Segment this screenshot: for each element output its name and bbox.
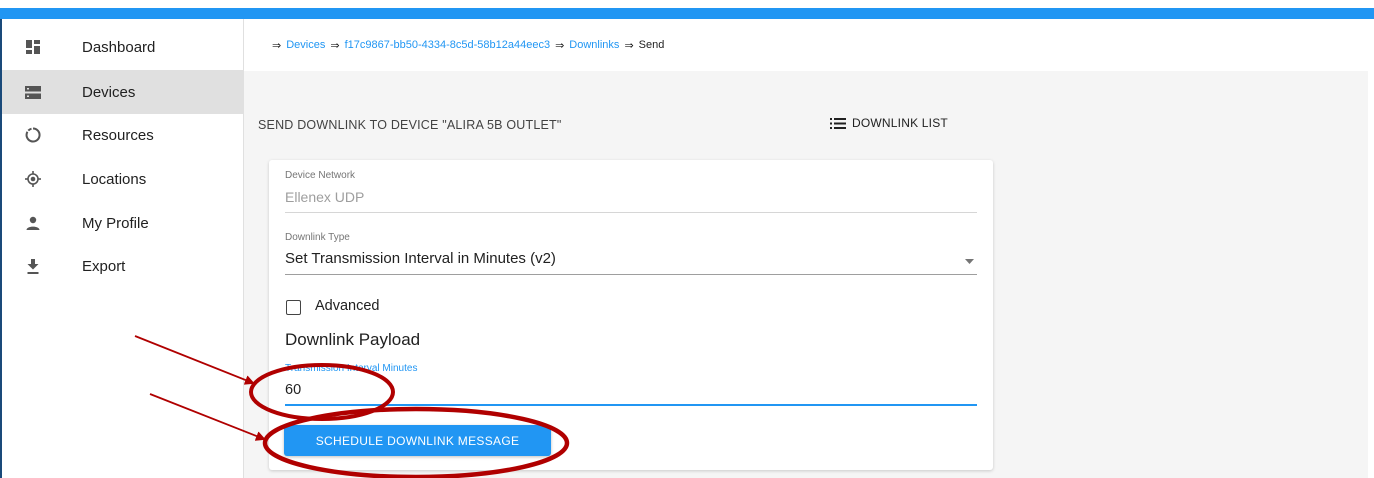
downlink-type-underline xyxy=(285,274,977,275)
devices-icon xyxy=(24,83,42,101)
device-network-value: Ellenex UDP xyxy=(285,189,365,205)
sidebar: Dashboard Devices Resources Locations My… xyxy=(2,19,244,478)
sidebar-item-label: Resources xyxy=(82,126,154,144)
interval-value: 60 xyxy=(285,382,302,398)
sidebar-item-my-profile[interactable]: My Profile xyxy=(2,201,244,245)
schedule-downlink-button[interactable]: SCHEDULE DOWNLINK MESSAGE xyxy=(284,425,551,456)
interval-underline xyxy=(285,404,977,406)
interval-input[interactable]: 60 xyxy=(285,378,977,404)
sidebar-item-resources[interactable]: Resources xyxy=(2,113,244,157)
advanced-label: Advanced xyxy=(315,298,380,314)
downlink-list-label: DOWNLINK LIST xyxy=(852,116,948,130)
breadcrumb-link-devices[interactable]: Devices xyxy=(286,39,325,51)
sidebar-item-devices[interactable]: Devices xyxy=(2,70,244,114)
downlink-type-select[interactable]: Set Transmission Interval in Minutes (v2… xyxy=(285,248,977,274)
list-icon xyxy=(830,117,846,129)
top-app-bar xyxy=(0,0,1374,19)
breadcrumb-separator: ⇒ xyxy=(330,39,340,52)
device-network-underline xyxy=(285,212,977,213)
sidebar-item-label: Export xyxy=(82,257,126,275)
locations-icon xyxy=(24,170,42,188)
resources-icon xyxy=(24,126,42,144)
device-network-label: Device Network xyxy=(285,170,356,181)
breadcrumb-separator: ⇒ xyxy=(272,39,282,52)
dashboard-icon xyxy=(24,38,42,56)
sidebar-item-label: Locations xyxy=(82,170,147,188)
sidebar-item-label: Dashboard xyxy=(82,38,156,56)
advanced-checkbox[interactable] xyxy=(286,300,301,315)
card-header: SEND DOWNLINK TO DEVICE "ALIRA 5B OUTLET… xyxy=(258,116,978,138)
breadcrumb-link-device-id[interactable]: f17c9867-bb50-4334-8c5d-58b12a44eec3 xyxy=(345,39,551,51)
downlink-type-label: Downlink Type xyxy=(285,232,350,243)
main-content: ⇒ Devices ⇒ f17c9867-bb50-4334-8c5d-58b1… xyxy=(244,19,1368,478)
sidebar-item-export[interactable]: Export xyxy=(2,244,244,288)
downlink-form-card: Device Network Ellenex UDP Downlink Type… xyxy=(269,160,993,470)
downlink-list-button[interactable]: DOWNLINK LIST xyxy=(830,116,948,130)
interval-label: Transmission Interval Minutes xyxy=(285,363,418,374)
sidebar-item-label: Devices xyxy=(82,83,136,101)
chevron-down-icon xyxy=(965,259,974,264)
breadcrumb-link-downlinks[interactable]: Downlinks xyxy=(569,39,619,51)
download-icon xyxy=(24,257,42,275)
sidebar-item-label: My Profile xyxy=(82,214,149,232)
downlink-type-value: Set Transmission Interval in Minutes (v2… xyxy=(285,250,556,267)
breadcrumb: ⇒ Devices ⇒ f17c9867-bb50-4334-8c5d-58b1… xyxy=(244,19,1368,71)
breadcrumb-separator: ⇒ xyxy=(624,39,634,52)
sidebar-item-locations[interactable]: Locations xyxy=(2,157,244,201)
breadcrumb-current: Send xyxy=(638,39,665,51)
sidebar-item-dashboard[interactable]: Dashboard xyxy=(2,25,244,69)
breadcrumb-separator: ⇒ xyxy=(555,39,565,52)
page-title: SEND DOWNLINK TO DEVICE "ALIRA 5B OUTLET… xyxy=(258,118,562,132)
payload-section-title: Downlink Payload xyxy=(285,330,421,349)
person-icon xyxy=(24,214,42,232)
top-accent-bar xyxy=(0,8,1374,19)
